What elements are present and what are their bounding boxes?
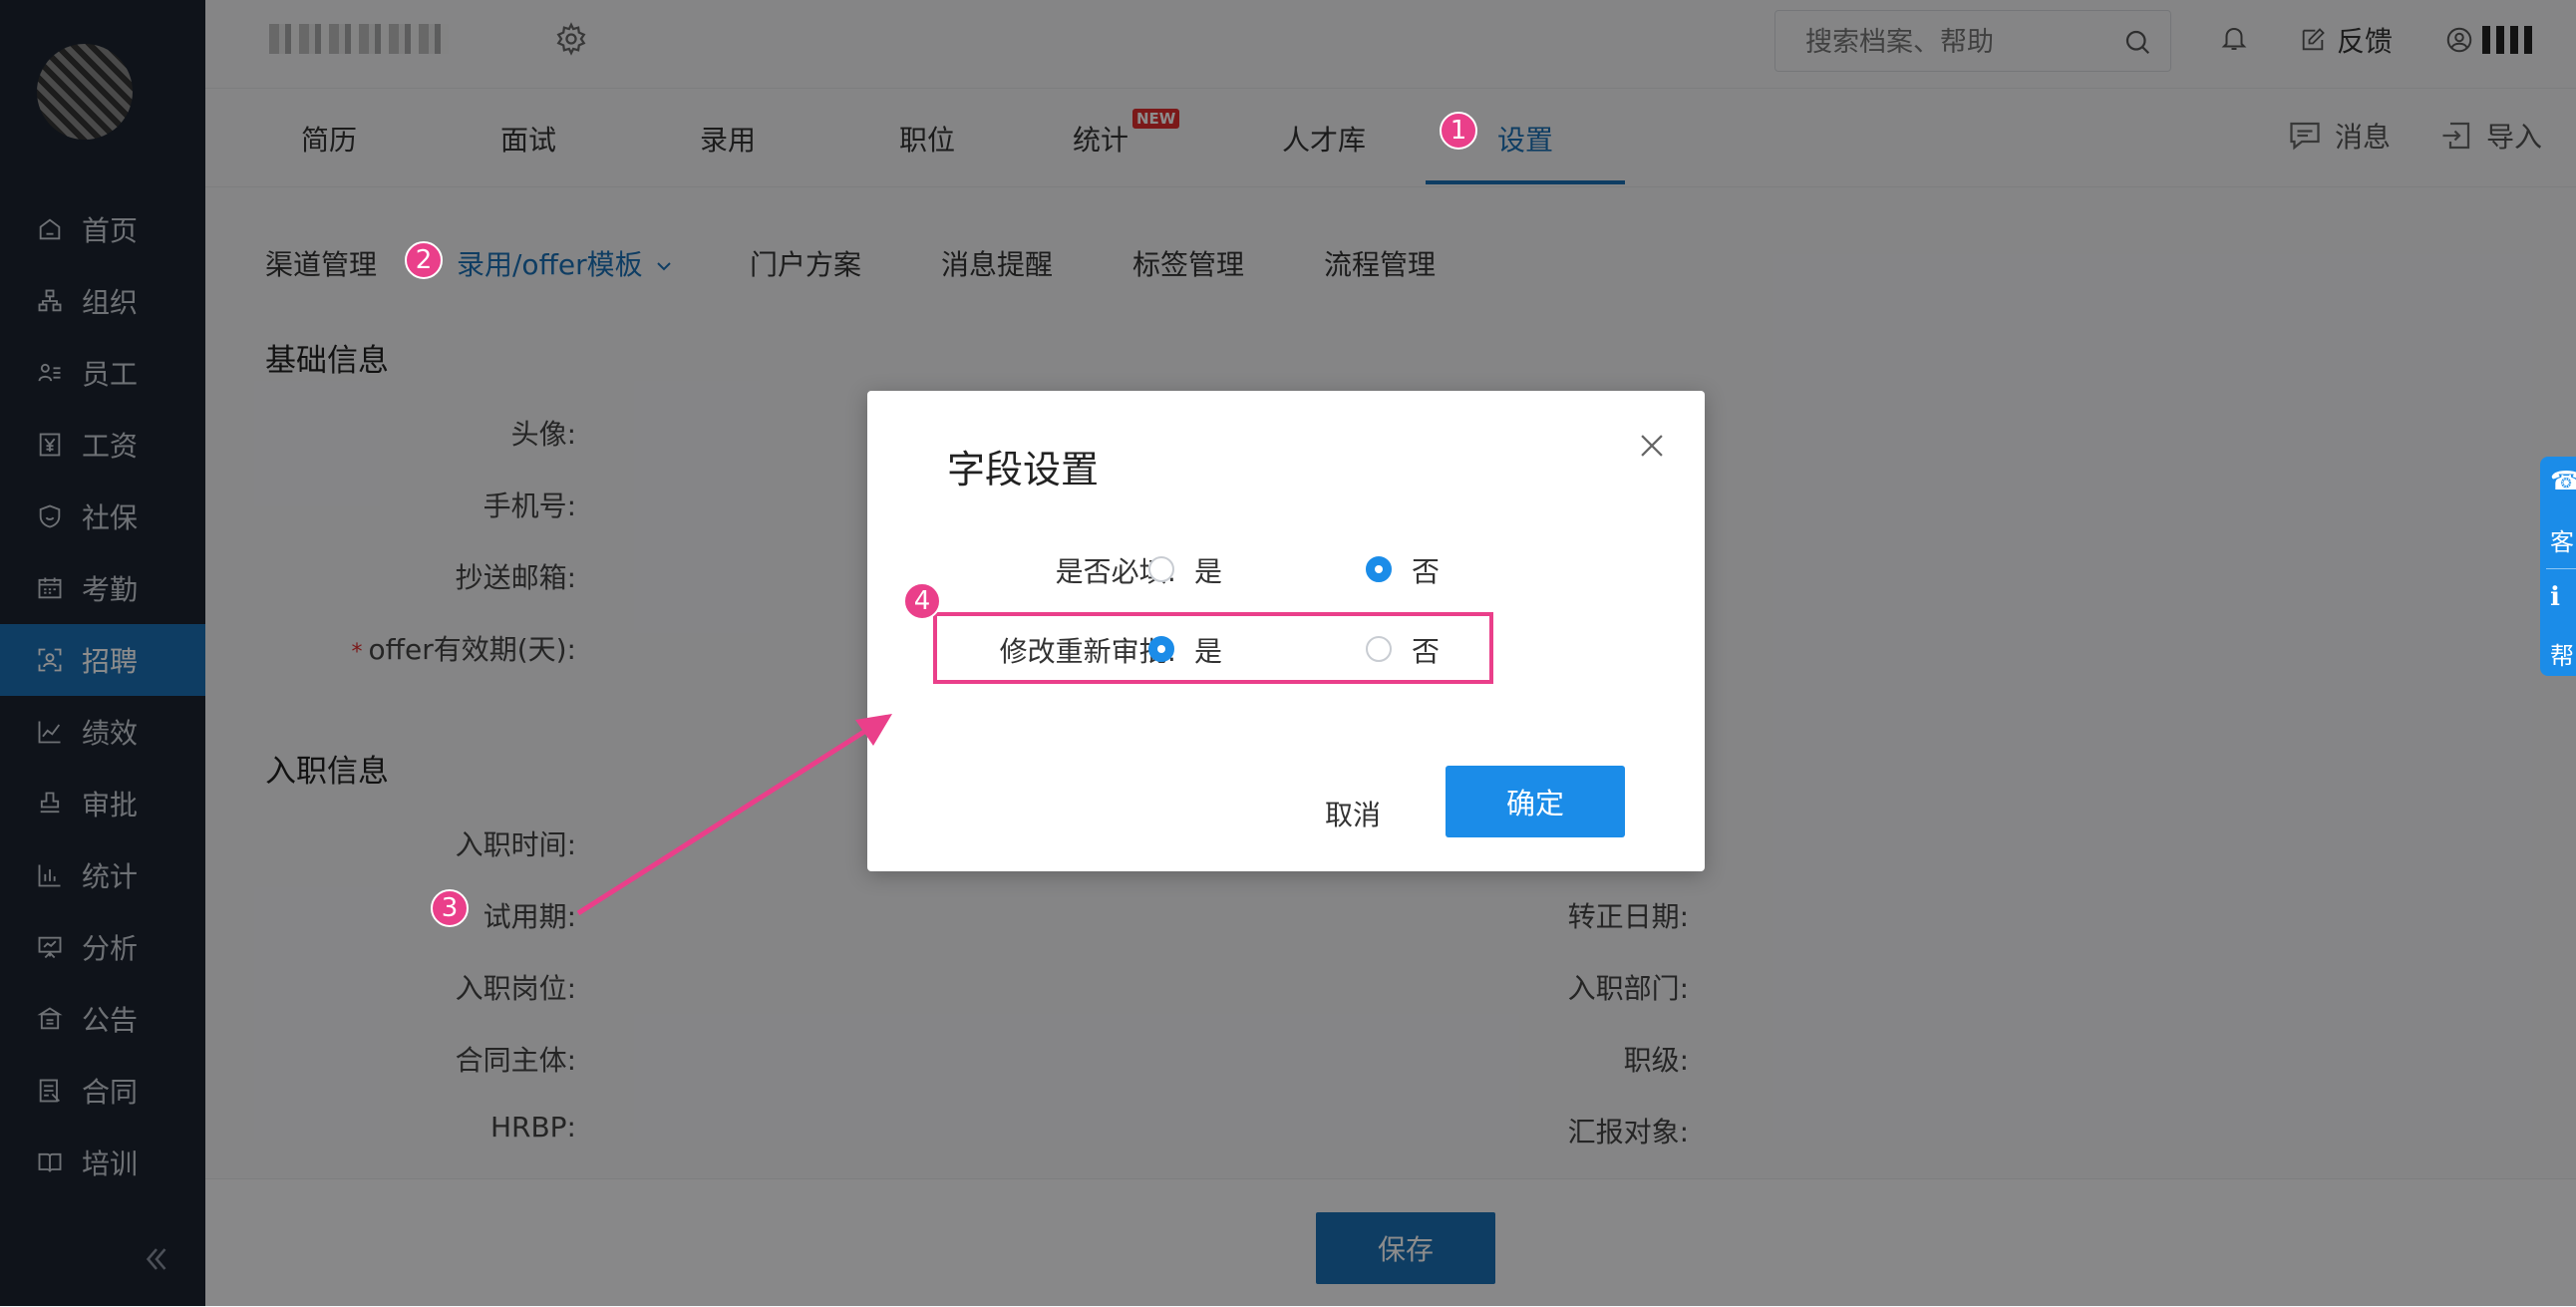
dialog-title: 字段设置 (947, 448, 1100, 491)
required-yes-label[interactable]: 是 (1194, 550, 1222, 590)
required-yes-radio[interactable] (1148, 556, 1174, 582)
required-no-label[interactable]: 否 (1412, 550, 1440, 590)
help-label: 帮 (2550, 642, 2574, 670)
close-icon[interactable] (1635, 429, 1669, 463)
annotation-marker-1: 1 (1440, 112, 1477, 150)
cancel-button[interactable]: 取消 (1288, 782, 1418, 845)
reapproval-yes-radio[interactable] (1148, 636, 1174, 662)
reapproval-no-radio[interactable] (1366, 636, 1392, 662)
confirm-button[interactable]: 确定 (1446, 766, 1625, 837)
help-icon: ℹ (2550, 582, 2560, 612)
field-settings-dialog: 字段设置 是否必填: 是 否 4 修改重新审批: 是 否 取消 确定 (867, 391, 1705, 871)
annotation-marker-4: 4 (903, 582, 941, 620)
widget-divider (2546, 568, 2576, 569)
reapproval-no-label[interactable]: 否 (1412, 630, 1440, 670)
annotation-marker-2: 2 (405, 241, 443, 279)
floating-help-widget[interactable]: ☎ 客 ℹ 帮 (2540, 457, 2576, 676)
customer-service-label: 客 (2550, 528, 2574, 556)
headset-icon: ☎ (2550, 467, 2576, 496)
annotation-marker-3: 3 (431, 889, 469, 927)
required-no-radio[interactable] (1366, 556, 1392, 582)
reapproval-yes-label[interactable]: 是 (1194, 630, 1222, 670)
